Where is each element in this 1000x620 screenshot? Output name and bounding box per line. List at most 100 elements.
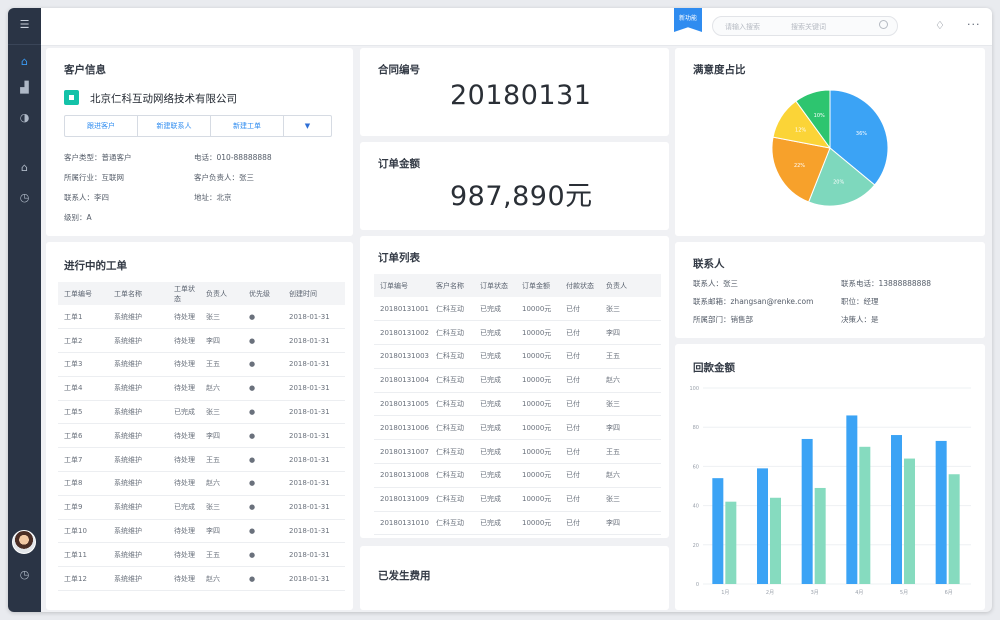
bell-icon[interactable]: ♢ (935, 20, 947, 32)
table-cell: 已完成 (474, 511, 516, 536)
column-header[interactable]: 负责人 (600, 274, 661, 297)
table-cell: 已付 (560, 511, 600, 536)
column-header[interactable]: 客户名称 (430, 274, 474, 297)
column-header[interactable]: 订单金额 (516, 274, 560, 297)
workorder-row[interactable]: 工单8 系统维护 待处理 赵六 ● 2018-01-31 (58, 471, 345, 496)
workorder-row[interactable]: 工单1 系统维护 待处理 张三 ● 2018-01-31 (58, 305, 345, 330)
table-cell: 已完成 (168, 495, 200, 520)
table-cell: 20180131003 (374, 344, 430, 369)
analytics-icon[interactable]: ▟ (8, 74, 41, 100)
table-cell: 2018-01-31 (283, 542, 345, 568)
table-cell: 2018-01-31 (283, 305, 345, 330)
table-cell: 工单8 (58, 471, 108, 496)
new-contact-button[interactable]: 新建联系人 (138, 116, 211, 136)
table-cell: 系统维护 (108, 471, 168, 496)
order-row[interactable]: 20180131005 仁科互动 已完成 10000元 已付 张三 (374, 392, 661, 417)
table-cell: 赵六 (200, 376, 243, 401)
avatar[interactable] (12, 530, 36, 554)
table-cell: 系统维护 (108, 376, 168, 401)
column-header[interactable]: 工单名称 (108, 282, 168, 305)
table-cell: 已付 (560, 392, 600, 417)
table-cell: 20180131009 (374, 487, 430, 512)
table-cell: 20180131008 (374, 463, 430, 488)
bar[interactable] (801, 438, 813, 584)
table-cell: 已完成 (474, 297, 516, 322)
workorder-row[interactable]: 工单5 系统维护 已完成 张三 ● 2018-01-31 (58, 400, 345, 425)
workorder-row[interactable]: 工单7 系统维护 待处理 王五 ● 2018-01-31 (58, 447, 345, 473)
history-icon[interactable]: ◷ (8, 184, 41, 210)
bar[interactable] (935, 440, 947, 584)
clock-icon[interactable]: ◷ (8, 561, 41, 587)
table-cell: 仁科互动 (430, 344, 474, 369)
table-cell: 工单7 (58, 447, 108, 473)
order-row[interactable]: 20180131004 仁科互动 已完成 10000元 已付 赵六 (374, 368, 661, 393)
table-cell: 2018-01-31 (283, 519, 345, 544)
workorder-row[interactable]: 工单11 系统维护 待处理 王五 ● 2018-01-31 (58, 542, 345, 568)
search-icon[interactable] (879, 20, 888, 29)
workorder-row[interactable]: 工单6 系统维护 待处理 李四 ● 2018-01-31 (58, 423, 345, 449)
workorder-row[interactable]: 工单3 系统维护 待处理 王五 ● 2018-01-31 (58, 352, 345, 377)
bar[interactable] (891, 435, 902, 584)
customer-actions: 跟进客户 新建联系人 新建工单 ▼ (64, 115, 332, 137)
info-row: 地址：北京 (194, 193, 232, 202)
bar[interactable] (904, 458, 915, 584)
order-row[interactable]: 20180131001 仁科互动 已完成 10000元 已付 张三 (374, 297, 661, 322)
table-cell: 待处理 (168, 566, 200, 592)
search-input[interactable]: 请输入搜索 搜索关键词 (712, 16, 898, 36)
table-cell: 20180131007 (374, 439, 430, 465)
column-header[interactable]: 工单编号 (58, 282, 108, 305)
column-header[interactable]: 工单状态 (168, 282, 200, 305)
y-tick-label: 40 (693, 504, 699, 510)
bar[interactable] (725, 501, 737, 584)
order-row[interactable]: 20180131008 仁科互动 已完成 10000元 已付 赵六 (374, 463, 661, 488)
order-row[interactable]: 20180131007 仁科互动 已完成 10000元 已付 王五 (374, 439, 661, 465)
column-header[interactable]: 订单状态 (474, 274, 516, 297)
card-title: 订单列表 (378, 252, 420, 264)
x-tick-label: 2月 (766, 590, 774, 596)
table-cell: 张三 (200, 400, 243, 425)
y-tick-label: 80 (693, 425, 699, 431)
order-row[interactable]: 20180131006 仁科互动 已完成 10000元 已付 李四 (374, 415, 661, 441)
workorder-row[interactable]: 工单2 系统维护 待处理 李四 ● 2018-01-31 (58, 328, 345, 354)
order-row[interactable]: 20180131002 仁科互动 已完成 10000元 已付 李四 (374, 320, 661, 346)
table-cell: 李四 (200, 328, 243, 354)
order-row[interactable]: 20180131010 仁科互动 已完成 10000元 已付 李四 (374, 511, 661, 536)
workorder-row[interactable]: 工单4 系统维护 待处理 赵六 ● 2018-01-31 (58, 376, 345, 401)
table-cell: 王五 (200, 542, 243, 568)
pie-chart-icon[interactable]: ◑ (8, 104, 41, 130)
bar[interactable] (846, 415, 858, 584)
card-title: 订单金额 (378, 158, 420, 170)
app-logo-icon[interactable]: ☰ (17, 18, 32, 32)
column-header[interactable]: 优先级 (243, 282, 283, 305)
new-feature-badge[interactable]: 新功能 (674, 8, 702, 32)
more-icon[interactable]: ··· (967, 18, 981, 31)
table-cell: 已付 (560, 463, 600, 488)
bar[interactable] (712, 478, 724, 584)
search-hint-secondary: 搜索关键词 (791, 23, 826, 31)
bar[interactable] (948, 474, 960, 584)
workorder-row[interactable]: 工单9 系统维护 已完成 张三 ● 2018-01-31 (58, 495, 345, 520)
bar[interactable] (770, 497, 781, 584)
x-tick-label: 4月 (855, 590, 863, 596)
column-header[interactable]: 创建时间 (283, 282, 345, 305)
company-name: 北京仁科互动网络技术有限公司 (90, 93, 237, 105)
workorder-row[interactable]: 工单10 系统维护 待处理 李四 ● 2018-01-31 (58, 519, 345, 544)
table-cell: 系统维护 (108, 542, 168, 568)
table-cell: 已付 (560, 297, 600, 322)
order-row[interactable]: 20180131009 仁科互动 已完成 10000元 已付 张三 (374, 487, 661, 512)
payment-chart-card: 回款金额 0 20 40 60 80 100 1月 2月 3月 4月 5月 6月 (675, 344, 985, 610)
column-header[interactable]: 付款状态 (560, 274, 600, 297)
chevron-down-icon[interactable]: ▼ (284, 116, 331, 136)
new-workorder-button[interactable]: 新建工单 (211, 116, 284, 136)
bar[interactable] (757, 468, 768, 584)
column-header[interactable]: 负责人 (200, 282, 243, 305)
follow-up-button[interactable]: 跟进客户 (65, 116, 138, 136)
order-row[interactable]: 20180131003 仁科互动 已完成 10000元 已付 王五 (374, 344, 661, 369)
house-icon[interactable]: ⌂ (8, 154, 41, 180)
workorder-row[interactable]: 工单12 系统维护 待处理 赵六 ● 2018-01-31 (58, 566, 345, 592)
bar[interactable] (859, 446, 871, 584)
table-cell: ● (243, 376, 283, 401)
bar[interactable] (814, 487, 826, 584)
column-header[interactable]: 订单编号 (374, 274, 430, 297)
home-icon[interactable]: ⌂ (8, 48, 41, 74)
